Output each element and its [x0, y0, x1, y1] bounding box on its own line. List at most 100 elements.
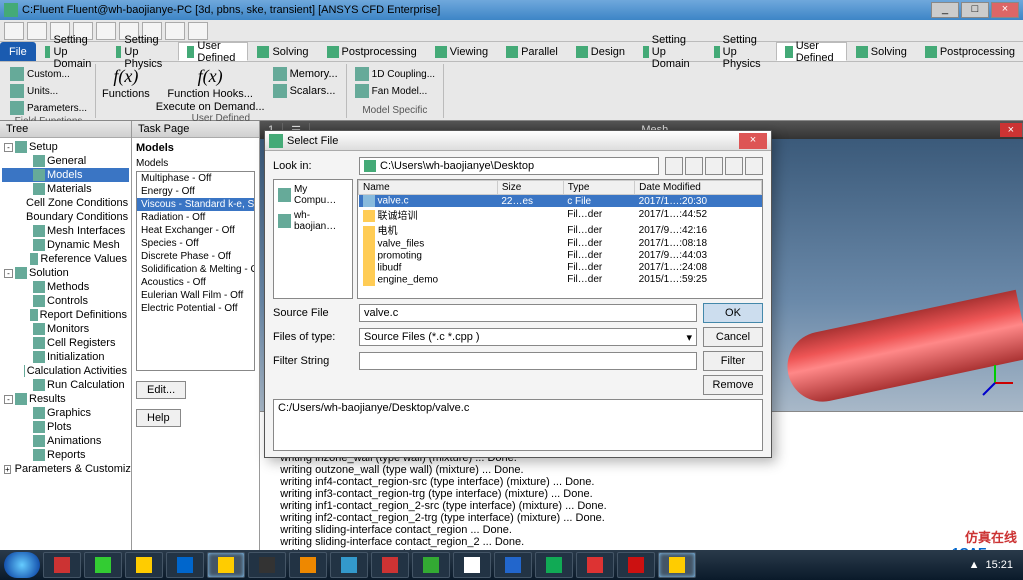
- help-button[interactable]: Help: [136, 409, 181, 427]
- model-item[interactable]: Acoustics - Off: [137, 276, 254, 289]
- models-list[interactable]: Multiphase - OffEnergy - OffViscous - St…: [136, 171, 255, 371]
- tree-node[interactable]: +Parameters & Customiz...: [2, 462, 129, 476]
- toolbar-button[interactable]: [188, 22, 208, 40]
- model-item[interactable]: Solidification & Melting - Off: [137, 263, 254, 276]
- memory-button[interactable]: Memory...: [271, 66, 340, 82]
- ribbon-tab[interactable]: Solving: [847, 42, 916, 61]
- taskbar-app[interactable]: [576, 552, 614, 578]
- model-item[interactable]: Eulerian Wall Film - Off: [137, 289, 254, 302]
- tree-node[interactable]: -Setup: [2, 140, 129, 154]
- tree-node[interactable]: Materials: [2, 182, 129, 196]
- minimize-button[interactable]: _: [931, 2, 959, 18]
- ribbon-item[interactable]: Custom...: [8, 66, 89, 82]
- tray-icon[interactable]: ▲: [969, 559, 980, 571]
- file-row[interactable]: valve_filesFil…der2017/1…:08:18: [359, 238, 762, 250]
- model-item[interactable]: Viscous - Standard k-e, Stan: [137, 198, 254, 211]
- mesh-close-icon[interactable]: ×: [1000, 123, 1023, 137]
- close-button[interactable]: ×: [991, 2, 1019, 18]
- model-item[interactable]: Species - Off: [137, 237, 254, 250]
- taskbar-app[interactable]: [535, 552, 573, 578]
- taskbar-app[interactable]: [494, 552, 532, 578]
- tree-node[interactable]: Animations: [2, 434, 129, 448]
- dialog-close-button[interactable]: ×: [739, 133, 767, 149]
- ribbon-item[interactable]: Parameters...: [8, 100, 89, 116]
- tree-node[interactable]: Monitors: [2, 322, 129, 336]
- back-button[interactable]: [665, 157, 683, 175]
- taskbar-app[interactable]: [658, 552, 696, 578]
- tree-node[interactable]: Mesh Interfaces: [2, 224, 129, 238]
- file-row[interactable]: libudfFil…der2017/1…:24:08: [359, 262, 762, 274]
- ribbon-tab[interactable]: Solving: [248, 42, 317, 61]
- file-row[interactable]: promotingFil…der2017/9…:44:03: [359, 250, 762, 262]
- maximize-button[interactable]: □: [961, 2, 989, 18]
- tree-node[interactable]: Boundary Conditions: [2, 210, 129, 224]
- toolbar-button[interactable]: [27, 22, 47, 40]
- edit-button[interactable]: Edit...: [136, 381, 186, 399]
- file-row[interactable]: valve.c22…esc File2017/1…:20:30: [359, 195, 762, 208]
- file-list[interactable]: NameSizeTypeDate Modifiedvalve.c22…esc F…: [357, 179, 763, 299]
- file-row[interactable]: 电机Fil…der2017/9…:42:16: [359, 222, 762, 237]
- taskbar-app[interactable]: [412, 552, 450, 578]
- model-item[interactable]: Multiphase - Off: [137, 172, 254, 185]
- outline-tree[interactable]: -SetupGeneralModelsMaterialsCell Zone Co…: [0, 138, 131, 551]
- ribbon-tab[interactable]: Setting Up Domain: [634, 42, 705, 61]
- model-item[interactable]: Discrete Phase - Off: [137, 250, 254, 263]
- tree-node[interactable]: -Solution: [2, 266, 129, 280]
- files-of-type-combo[interactable]: Source Files (*.c *.cpp )▾: [359, 328, 697, 346]
- taskbar-app[interactable]: [207, 552, 245, 578]
- new-folder-button[interactable]: [705, 157, 723, 175]
- taskbar-app[interactable]: [289, 552, 327, 578]
- ribbon-tab[interactable]: Setting Up Physics: [107, 42, 178, 61]
- ribbon-tab[interactable]: Setting Up Domain: [36, 42, 107, 61]
- remove-button[interactable]: Remove: [703, 375, 763, 395]
- column-header[interactable]: Size: [497, 181, 563, 195]
- up-button[interactable]: [685, 157, 703, 175]
- ribbon-tab[interactable]: Design: [567, 42, 634, 61]
- ribbon-item[interactable]: Units...: [8, 83, 89, 99]
- taskbar-app[interactable]: [248, 552, 286, 578]
- tree-node[interactable]: Dynamic Mesh: [2, 238, 129, 252]
- ribbon-tab[interactable]: Setting Up Physics: [705, 42, 776, 61]
- detail-view-button[interactable]: [745, 157, 763, 175]
- history-list[interactable]: C:/Users/wh-baojianye/Desktop/valve.c: [273, 399, 763, 451]
- taskbar-app[interactable]: [330, 552, 368, 578]
- start-button[interactable]: [4, 552, 40, 578]
- ribbon-tab[interactable]: User Defined: [178, 42, 249, 61]
- model-item[interactable]: Heat Exchanger - Off: [137, 224, 254, 237]
- tree-node[interactable]: Methods: [2, 280, 129, 294]
- file-row[interactable]: 联诚培训Fil…der2017/1…:44:52: [359, 207, 762, 222]
- ok-button[interactable]: OK: [703, 303, 763, 323]
- taskbar-app[interactable]: [453, 552, 491, 578]
- functions-menu[interactable]: Functions: [102, 88, 150, 100]
- filter-button[interactable]: Filter: [703, 351, 763, 371]
- column-header[interactable]: Date Modified: [635, 181, 762, 195]
- model-item[interactable]: Electric Potential - Off: [137, 302, 254, 315]
- tree-node[interactable]: Models: [2, 168, 129, 182]
- taskbar-app[interactable]: [617, 552, 655, 578]
- tree-node[interactable]: General: [2, 154, 129, 168]
- ribbon-tab[interactable]: Postprocessing: [318, 42, 426, 61]
- scalars-button[interactable]: Scalars...: [271, 83, 340, 99]
- tree-node[interactable]: Initialization: [2, 350, 129, 364]
- toolbar-button[interactable]: [4, 22, 24, 40]
- execute-on-demand-button[interactable]: Execute on Demand...: [156, 101, 265, 113]
- file-row[interactable]: engine_demoFil…der2015/1…:59:25: [359, 274, 762, 286]
- taskbar-app[interactable]: [371, 552, 409, 578]
- ribbon-item[interactable]: Fan Model...: [353, 83, 437, 99]
- tree-node[interactable]: Cell Zone Conditions: [2, 196, 129, 210]
- place-item[interactable]: My Compu…: [276, 182, 350, 208]
- source-file-input[interactable]: [359, 304, 697, 322]
- tree-node[interactable]: Controls: [2, 294, 129, 308]
- tree-node[interactable]: Report Definitions: [2, 308, 129, 322]
- cancel-button[interactable]: Cancel: [703, 327, 763, 347]
- model-item[interactable]: Radiation - Off: [137, 211, 254, 224]
- place-item[interactable]: wh-baojian…: [276, 208, 350, 234]
- ribbon-tab[interactable]: Viewing: [426, 42, 497, 61]
- ribbon-item[interactable]: 1D Coupling...: [353, 66, 437, 82]
- tree-node[interactable]: Graphics: [2, 406, 129, 420]
- toolbar-button[interactable]: [96, 22, 116, 40]
- places-sidebar[interactable]: My Compu…wh-baojian…: [273, 179, 353, 299]
- taskbar-app[interactable]: [166, 552, 204, 578]
- taskbar-app[interactable]: [84, 552, 122, 578]
- tree-node[interactable]: Plots: [2, 420, 129, 434]
